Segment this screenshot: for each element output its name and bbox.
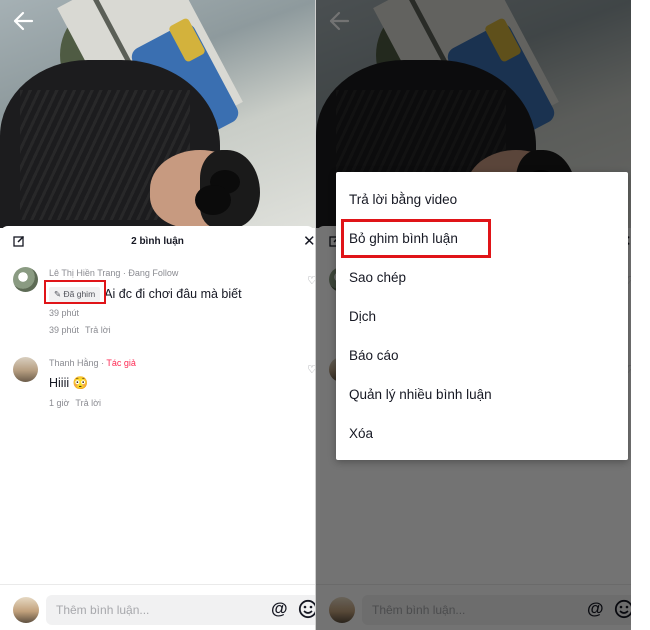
menu-item-manage-comments[interactable]: Quản lý nhiều bình luận (349, 387, 492, 402)
menu-item-copy[interactable]: Sao chép (349, 270, 406, 285)
comment-text: Hiiii 😳 (49, 376, 89, 390)
heart-icon[interactable]: ♡ (307, 274, 315, 287)
back-arrow-icon[interactable] (12, 10, 38, 36)
avatar[interactable] (13, 357, 38, 382)
comment-author-line: Thanh Hằng · Tác giả (49, 358, 136, 368)
menu-item-reply-video[interactable]: Trả lời bằng video (349, 192, 457, 207)
reply-button[interactable]: Trả lời (85, 325, 111, 335)
author-badge: Tác giả (106, 358, 136, 368)
comment-input-bar: @ (0, 584, 315, 630)
left-screen: 2 bình luận ✕ Lê Thị Hiền Trang · Đang F… (0, 0, 315, 630)
heart-icon[interactable]: ♡ (307, 363, 315, 376)
avatar[interactable] (13, 267, 38, 292)
comment-time-2: 39 phút (49, 325, 80, 335)
right-screen: ✕ ♡ ♡ @ Trả lời bằng video Bỏ ghim bình … (316, 0, 631, 630)
menu-item-delete[interactable]: Xóa (349, 426, 373, 441)
comment-author[interactable]: Lê Thị Hiền Trang (49, 268, 120, 278)
comment-action-menu: Trả lời bằng video Bỏ ghim bình luận Sao… (336, 172, 628, 460)
video-player[interactable] (0, 0, 315, 228)
comment-count-title: 2 bình luận (131, 236, 184, 247)
follow-status: Đang Follow (128, 268, 179, 278)
comment-time: 39 phút (49, 308, 80, 318)
sheet-header: 2 bình luận ✕ (0, 226, 315, 256)
unpin-highlight-box (341, 219, 491, 258)
pinned-highlight-box (44, 280, 106, 304)
avatar (13, 597, 39, 623)
comment-author-line: Lê Thị Hiền Trang · Đang Follow (49, 268, 179, 278)
comment-author[interactable]: Thanh Hằng (49, 358, 99, 368)
menu-item-report[interactable]: Báo cáo (349, 348, 399, 363)
menu-item-translate[interactable]: Dịch (349, 309, 376, 324)
comment-meta: 39 phút Trả lời (49, 325, 111, 335)
emoji-icon[interactable] (298, 599, 315, 619)
close-icon[interactable]: ✕ (303, 232, 315, 250)
comment-time: 1 giờ (49, 398, 70, 408)
at-icon[interactable]: @ (271, 600, 289, 618)
comment-item[interactable]: Thanh Hằng · Tác giả Hiiii 😳 1 giờ Trả lờ… (0, 352, 315, 412)
comment-text: Ai đc đi chơi đâu mà biết (104, 287, 242, 301)
comment-meta: 1 giờ Trả lời (49, 398, 101, 408)
reply-button[interactable]: Trả lời (75, 398, 101, 408)
comment-sheet: 2 bình luận ✕ Lê Thị Hiền Trang · Đang F… (0, 226, 315, 630)
